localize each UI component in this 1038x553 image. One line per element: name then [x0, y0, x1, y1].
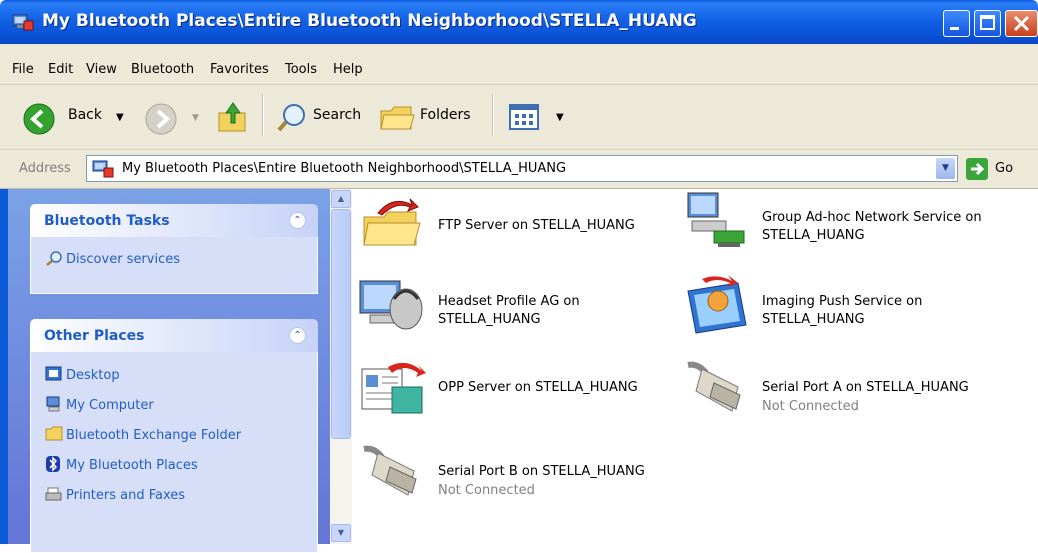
scroll-up-arrow-icon[interactable]: ▲	[331, 190, 351, 208]
service-item-group-adhoc-network[interactable]: Group Ad-hoc Network Service on STELLA_H…	[682, 191, 1002, 261]
window-title: My Bluetooth Places\Entire Bluetooth Nei…	[42, 11, 697, 31]
menu-file[interactable]: File	[12, 62, 34, 77]
back-dropdown-icon[interactable]: ▼	[116, 112, 124, 123]
maximize-button[interactable]	[974, 10, 1001, 37]
service-item-ftp-server[interactable]: FTP Server on STELLA_HUANG	[358, 195, 678, 265]
back-arrow-icon[interactable]	[22, 102, 56, 136]
collapse-chevron-icon[interactable]: ⌃	[289, 212, 306, 229]
service-name: Imaging Push Service on STELLA_HUANG	[762, 294, 923, 327]
bluetooth-tasks-header[interactable]: Bluetooth Tasks ⌃	[30, 204, 318, 237]
toolbar: Back ▼ ▼ Search Folders ▼	[0, 85, 1038, 150]
desktop-icon	[45, 366, 62, 381]
printer-icon	[45, 487, 62, 501]
menu-bar: File Edit View Bluetooth Favorites Tools…	[0, 44, 1038, 119]
views-icon[interactable]	[508, 103, 540, 133]
other-places-panel: Other Places ⌃ Desktop My Computer Bluet…	[30, 319, 318, 553]
bluetooth-tasks-panel: Bluetooth Tasks ⌃ Discover services	[30, 204, 318, 294]
search-icon	[46, 251, 62, 266]
toolbar-separator	[492, 94, 494, 136]
menu-help[interactable]: Help	[333, 62, 363, 77]
bluetooth-tasks-body: Discover services	[30, 237, 318, 294]
menu-view[interactable]: View	[86, 62, 117, 77]
bluetooth-places-icon	[92, 160, 114, 178]
address-label: Address	[19, 161, 71, 176]
my-computer-link[interactable]: My Computer	[45, 396, 154, 413]
address-input[interactable]: My Bluetooth Places\Entire Bluetooth Nei…	[86, 155, 958, 182]
menu-favorites[interactable]: Favorites	[210, 62, 269, 77]
service-name: Group Ad-hoc Network Service on STELLA_H…	[762, 210, 982, 243]
minimize-icon	[950, 27, 959, 30]
bluetooth-tasks-title: Bluetooth Tasks	[44, 213, 170, 229]
discover-services-link[interactable]: Discover services	[45, 250, 180, 267]
forward-arrow-icon[interactable]	[144, 102, 178, 136]
maximize-icon	[980, 15, 995, 30]
address-value: My Bluetooth Places\Entire Bluetooth Nei…	[122, 161, 567, 176]
other-places-body: Desktop My Computer Bluetooth Exchange F…	[30, 352, 318, 553]
search-icon[interactable]	[276, 102, 308, 134]
other-places-title: Other Places	[44, 328, 145, 344]
menu-edit[interactable]: Edit	[48, 62, 73, 77]
service-name: Headset Profile AG on STELLA_HUANG	[438, 294, 580, 327]
close-icon	[1013, 15, 1030, 32]
toolbar-separator	[262, 94, 264, 136]
imaging-icon	[687, 275, 747, 334]
service-item-serial-port-b[interactable]: Serial Port B on STELLA_HUANG Not Connec…	[358, 443, 678, 513]
bluetooth-icon	[46, 456, 60, 472]
folders-button-label[interactable]: Folders	[420, 107, 471, 123]
go-button-label[interactable]: Go	[995, 161, 1013, 176]
minimize-button[interactable]	[943, 10, 970, 37]
vertical-scrollbar[interactable]: ▲ ▼	[330, 189, 352, 544]
service-name: Serial Port B on STELLA_HUANG	[438, 464, 645, 479]
other-places-header[interactable]: Other Places ⌃	[30, 319, 318, 352]
opp-server-icon	[361, 362, 426, 414]
menu-bluetooth[interactable]: Bluetooth	[131, 62, 194, 77]
views-dropdown-icon[interactable]: ▼	[556, 112, 564, 123]
service-status: Not Connected	[762, 399, 859, 414]
computer-icon	[46, 396, 60, 412]
desktop-link[interactable]: Desktop	[45, 366, 120, 383]
service-status: Not Connected	[438, 483, 535, 498]
network-service-icon	[687, 192, 745, 247]
bluetooth-exchange-folder-link[interactable]: Bluetooth Exchange Folder	[45, 426, 241, 443]
up-folder-icon[interactable]	[216, 99, 250, 135]
service-item-headset-profile[interactable]: Headset Profile AG on STELLA_HUANG	[358, 275, 678, 345]
go-arrow-icon[interactable]	[966, 158, 988, 180]
printers-and-faxes-link[interactable]: Printers and Faxes	[45, 486, 185, 503]
address-bar: Address My Bluetooth Places\Entire Bluet…	[0, 150, 1038, 189]
task-pane: Bluetooth Tasks ⌃ Discover services Othe…	[0, 189, 330, 553]
scroll-down-arrow-icon[interactable]: ▼	[331, 524, 351, 542]
collapse-chevron-icon[interactable]: ⌃	[289, 327, 306, 344]
back-button-label[interactable]: Back	[68, 107, 102, 123]
service-item-imaging-push[interactable]: Imaging Push Service on STELLA_HUANG	[682, 275, 1002, 345]
service-item-serial-port-a[interactable]: Serial Port A on STELLA_HUANG Not Connec…	[682, 359, 1002, 429]
title-bar[interactable]: My Bluetooth Places\Entire Bluetooth Nei…	[0, 0, 1038, 44]
folders-icon[interactable]	[378, 101, 416, 135]
services-view: FTP Server on STELLA_HUANG Group Ad-hoc …	[352, 189, 1038, 544]
close-button[interactable]	[1005, 10, 1038, 37]
window-left-border	[0, 189, 8, 544]
headset-icon	[359, 280, 423, 330]
address-dropdown-icon[interactable]: ▼	[936, 158, 955, 179]
menu-tools[interactable]: Tools	[285, 62, 317, 77]
search-button-label[interactable]: Search	[313, 107, 361, 123]
service-name: OPP Server on STELLA_HUANG	[438, 380, 638, 395]
scroll-thumb[interactable]	[331, 209, 351, 439]
forward-dropdown-icon[interactable]: ▼	[192, 113, 199, 123]
my-bluetooth-places-link[interactable]: My Bluetooth Places	[45, 456, 198, 473]
bluetooth-places-icon	[12, 14, 34, 31]
service-name: FTP Server on STELLA_HUANG	[438, 218, 635, 233]
folder-icon	[45, 426, 63, 441]
serial-port-icon	[687, 361, 741, 412]
service-name: Serial Port A on STELLA_HUANG	[762, 380, 969, 395]
serial-port-icon	[363, 445, 417, 496]
service-item-opp-server[interactable]: OPP Server on STELLA_HUANG	[358, 359, 678, 429]
ftp-server-icon	[363, 198, 421, 246]
